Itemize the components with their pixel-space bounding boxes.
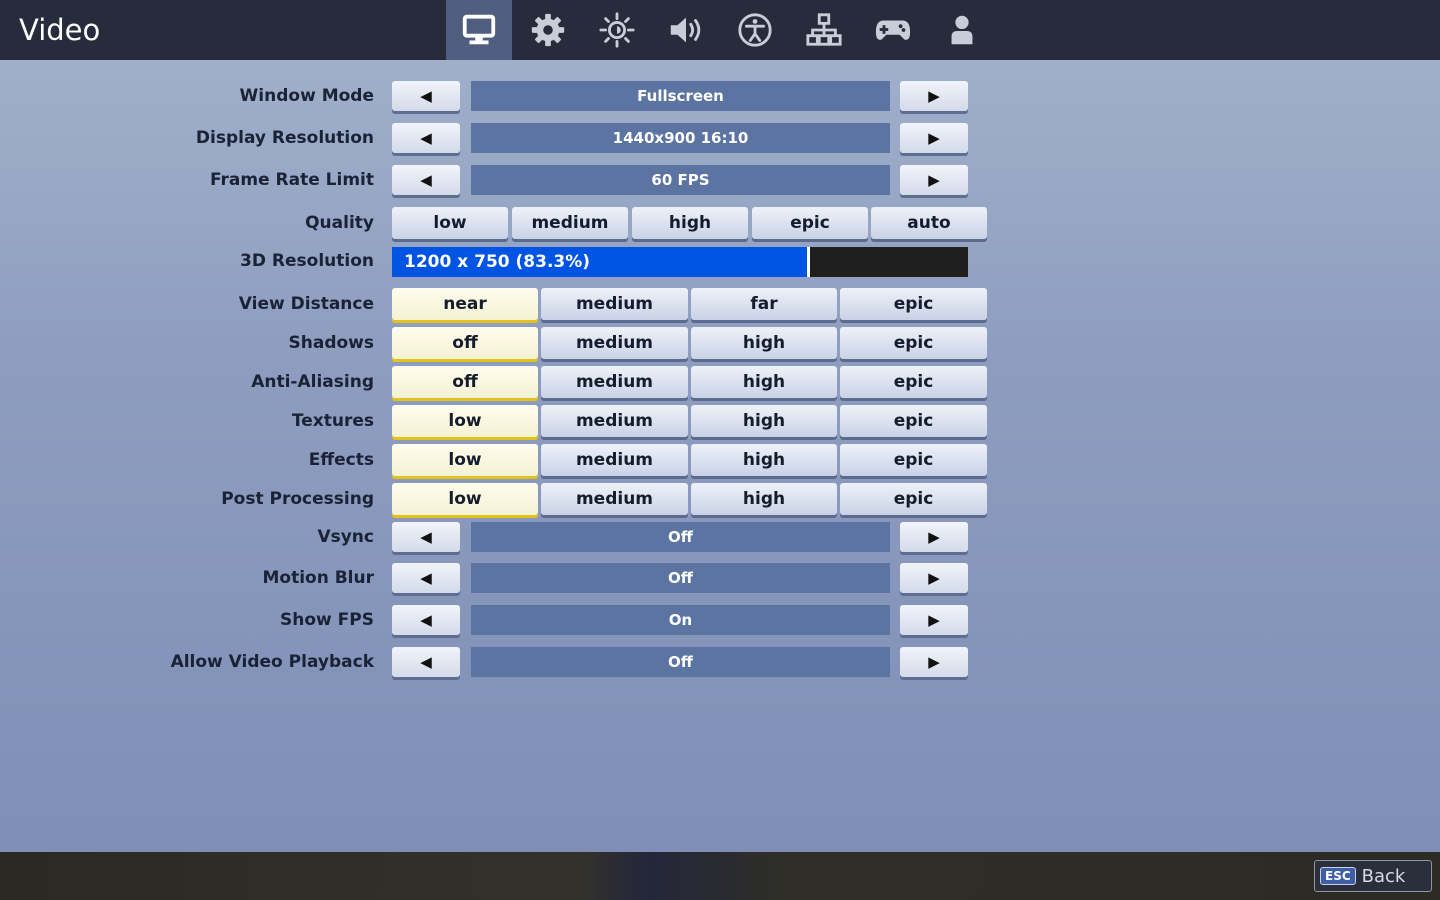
- monitor-icon: [462, 14, 496, 45]
- motion-blur-value: Off: [471, 563, 890, 593]
- anti-aliasing-option-medium[interactable]: medium: [541, 366, 688, 398]
- allow-video-playback-value: Off: [471, 647, 890, 677]
- post-processing-option-medium[interactable]: medium: [541, 483, 688, 515]
- shadows-option-epic[interactable]: epic: [840, 327, 987, 359]
- shadows-option-high[interactable]: high: [691, 327, 837, 359]
- effects-option-low[interactable]: low: [392, 444, 538, 476]
- quality-option-medium[interactable]: medium: [512, 207, 628, 239]
- textures-option-high[interactable]: high: [691, 405, 837, 437]
- quality-option-high[interactable]: high: [632, 207, 748, 239]
- window-mode-prev-button[interactable]: ◀: [392, 81, 460, 111]
- page-title: Video: [19, 13, 101, 47]
- display-resolution-value: 1440x900 16:10: [471, 123, 890, 153]
- view-distance-option-near[interactable]: near: [392, 288, 538, 320]
- view-distance-option-epic[interactable]: epic: [840, 288, 987, 320]
- vsync-value: Off: [471, 522, 890, 552]
- vsync-label: Vsync: [317, 527, 374, 547]
- tab-accessibility[interactable]: [722, 0, 788, 60]
- textures-label: Textures: [291, 411, 374, 431]
- quality-option-auto[interactable]: auto: [871, 207, 987, 239]
- esc-key-icon: ESC: [1320, 867, 1356, 885]
- tab-brightness[interactable]: [584, 0, 650, 60]
- motion-blur-label: Motion Blur: [262, 568, 374, 588]
- tab-game[interactable]: [515, 0, 581, 60]
- show-fps-prev-button[interactable]: ◀: [392, 605, 460, 635]
- account-icon: [951, 15, 973, 45]
- vsync-prev-button[interactable]: ◀: [392, 522, 460, 552]
- shadows-option-medium[interactable]: medium: [541, 327, 688, 359]
- bottom-bar: [0, 852, 1440, 900]
- network-icon: [806, 13, 842, 46]
- tab-audio[interactable]: [653, 0, 719, 60]
- accessibility-icon: [738, 13, 772, 47]
- tab-network[interactable]: [791, 0, 857, 60]
- textures-option-medium[interactable]: medium: [541, 405, 688, 437]
- shadows-label: Shadows: [288, 333, 375, 353]
- resolution-3d-value: 1200 x 750 (83.3%): [404, 252, 591, 272]
- quality-label: Quality: [305, 213, 374, 233]
- tab-controller[interactable]: [860, 0, 926, 60]
- quality-option-epic[interactable]: epic: [752, 207, 868, 239]
- effects-option-high[interactable]: high: [691, 444, 837, 476]
- anti-aliasing-option-off[interactable]: off: [392, 366, 538, 398]
- window-mode-value: Fullscreen: [471, 81, 890, 111]
- tab-account[interactable]: [929, 0, 995, 60]
- anti-aliasing-option-high[interactable]: high: [691, 366, 837, 398]
- gamepad-icon: [875, 20, 911, 40]
- quality-option-low[interactable]: low: [392, 207, 508, 239]
- frame-rate-limit-value: 60 FPS: [471, 165, 890, 195]
- top-bar: Video: [0, 0, 1440, 60]
- view-distance-option-medium[interactable]: medium: [541, 288, 688, 320]
- show-fps-value: On: [471, 605, 890, 635]
- show-fps-label: Show FPS: [280, 610, 374, 630]
- motion-blur-next-button[interactable]: ▶: [900, 563, 968, 593]
- back-label: Back: [1361, 865, 1406, 887]
- resolution-3d-label: 3D Resolution: [240, 251, 374, 271]
- effects-option-medium[interactable]: medium: [541, 444, 688, 476]
- anti-aliasing-label: Anti-Aliasing: [251, 372, 374, 392]
- tab-video[interactable]: [446, 0, 512, 60]
- shadows-option-off[interactable]: off: [392, 327, 538, 359]
- show-fps-next-button[interactable]: ▶: [900, 605, 968, 635]
- post-processing-option-epic[interactable]: epic: [840, 483, 987, 515]
- window-mode-label: Window Mode: [239, 86, 374, 106]
- anti-aliasing-option-epic[interactable]: epic: [840, 366, 987, 398]
- allow-video-playback-prev-button[interactable]: ◀: [392, 647, 460, 677]
- motion-blur-prev-button[interactable]: ◀: [392, 563, 460, 593]
- post-processing-option-low[interactable]: low: [392, 483, 538, 515]
- display-resolution-label: Display Resolution: [195, 128, 374, 148]
- brightness-icon: [599, 12, 635, 48]
- post-processing-option-high[interactable]: high: [691, 483, 837, 515]
- post-processing-label: Post Processing: [221, 489, 374, 509]
- speaker-icon: [670, 17, 701, 43]
- resolution-3d-slider[interactable]: 1200 x 750 (83.3%): [392, 247, 968, 277]
- frame-rate-limit-next-button[interactable]: ▶: [900, 165, 968, 195]
- effects-label: Effects: [308, 450, 374, 470]
- gear-icon: [531, 13, 565, 47]
- window-mode-next-button[interactable]: ▶: [900, 81, 968, 111]
- vsync-next-button[interactable]: ▶: [900, 522, 968, 552]
- textures-option-epic[interactable]: epic: [840, 405, 987, 437]
- back-button[interactable]: ESC Back: [1314, 860, 1432, 892]
- view-distance-label: View Distance: [238, 294, 374, 314]
- effects-option-epic[interactable]: epic: [840, 444, 987, 476]
- resolution-3d-handle[interactable]: [807, 247, 810, 277]
- allow-video-playback-label: Allow Video Playback: [170, 652, 374, 672]
- view-distance-option-far[interactable]: far: [691, 288, 837, 320]
- frame-rate-limit-label: Frame Rate Limit: [209, 170, 374, 190]
- allow-video-playback-next-button[interactable]: ▶: [900, 647, 968, 677]
- frame-rate-limit-prev-button[interactable]: ◀: [392, 165, 460, 195]
- textures-option-low[interactable]: low: [392, 405, 538, 437]
- display-resolution-prev-button[interactable]: ◀: [392, 123, 460, 153]
- display-resolution-next-button[interactable]: ▶: [900, 123, 968, 153]
